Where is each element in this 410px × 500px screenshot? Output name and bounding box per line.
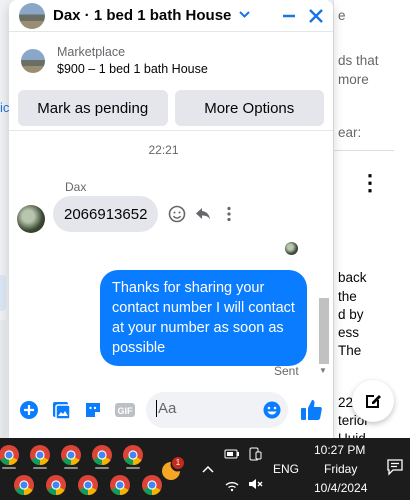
background-text: Uuid — [338, 430, 366, 438]
notification-badge: 1 — [172, 457, 184, 469]
sender-name: Dax — [65, 180, 87, 194]
background-text: ear: — [338, 125, 362, 140]
image-icon — [53, 402, 71, 420]
chevron-up-icon — [202, 465, 214, 473]
sticker-button[interactable] — [82, 399, 104, 421]
gif-button[interactable]: GIF — [114, 399, 136, 421]
listing-actions: Mark as pending More Options — [9, 90, 333, 128]
chat-window: Dax · 1 bed 1 bath House Marketplace $90… — [9, 0, 333, 438]
like-button[interactable] — [299, 398, 325, 422]
battery-icon[interactable] — [224, 446, 240, 462]
message-more-button[interactable] — [220, 205, 238, 223]
attach-photo-button[interactable] — [50, 399, 72, 421]
message-timestamp: 22:21 — [148, 143, 179, 157]
background-text: 22 — [338, 395, 354, 410]
windows-taskbar: ENG 10:27 PM Friday 10/4/2024 — [0, 438, 410, 500]
message-tools — [168, 205, 238, 223]
more-options-icon[interactable]: ⋮ — [359, 172, 381, 194]
scrollbar[interactable]: ▼ — [317, 260, 329, 380]
background-text: the — [338, 289, 357, 304]
background-text: d by — [338, 307, 364, 322]
clock-day[interactable]: Friday — [324, 462, 357, 476]
reply-button[interactable] — [194, 205, 212, 223]
emoji-icon — [263, 401, 281, 419]
more-actions-button[interactable] — [18, 399, 40, 421]
listing-thumbnail — [19, 2, 45, 29]
mark-as-pending-button[interactable]: Mark as pending — [18, 90, 168, 126]
minimize-button[interactable] — [276, 3, 302, 29]
show-hidden-icons-button[interactable] — [202, 462, 214, 477]
chrome-icon[interactable] — [122, 444, 144, 469]
scrollbar-thumb[interactable] — [319, 298, 329, 364]
wifi-icon[interactable] — [224, 476, 240, 492]
background-divider — [334, 150, 394, 151]
outgoing-message-bubble[interactable]: Thanks for sharing your contact number I… — [100, 270, 307, 366]
vertical-dots-icon — [227, 206, 231, 222]
minimize-icon — [283, 14, 295, 18]
close-icon — [309, 9, 323, 23]
background-text: e — [338, 8, 346, 23]
background-right-panel: e ds that more ear: ⋮ back the d by ess … — [333, 0, 410, 438]
background-left-strip: ic — [0, 95, 10, 450]
clock-time[interactable]: 10:27 PM — [314, 443, 365, 457]
chrome-icon[interactable] — [29, 444, 51, 469]
plus-circle-icon — [20, 401, 38, 419]
background-text: The — [338, 343, 362, 358]
message-input-wrapper — [146, 392, 288, 428]
chrome-icon[interactable] — [91, 444, 113, 469]
compose-icon — [366, 395, 381, 408]
listing-summary: $900 – 1 bed 1 bath House — [57, 62, 208, 76]
incoming-message-bubble[interactable]: 2066913652 — [53, 196, 159, 232]
listing-source: Marketplace — [57, 45, 126, 59]
clock-date[interactable]: 10/4/2024 — [314, 481, 367, 495]
message-composer: GIF — [9, 390, 333, 430]
chat-title[interactable]: Dax · 1 bed 1 bath House — [53, 7, 231, 24]
seen-avatar — [285, 242, 298, 255]
close-button[interactable] — [303, 3, 329, 29]
chrome-icon[interactable] — [109, 474, 131, 496]
message-icon — [387, 459, 403, 476]
chat-header[interactable]: Dax · 1 bed 1 bath House — [9, 0, 333, 32]
chevron-down-icon[interactable] — [239, 10, 251, 22]
divider — [9, 130, 333, 131]
background-text: more — [338, 72, 369, 87]
chrome-icon[interactable] — [60, 444, 82, 469]
background-left-panel — [0, 320, 6, 450]
smiley-icon — [168, 205, 186, 223]
avatar[interactable] — [17, 205, 45, 233]
chrome-icon[interactable] — [77, 474, 99, 496]
chrome-icon[interactable] — [0, 444, 20, 469]
chrome-icon[interactable] — [45, 474, 67, 496]
listing-thumbnail — [21, 49, 45, 73]
emoji-button[interactable] — [262, 400, 282, 420]
sticker-icon — [86, 403, 100, 417]
marketplace-listing-banner[interactable]: Marketplace $900 – 1 bed 1 bath House — [9, 32, 333, 90]
chrome-icon[interactable] — [13, 474, 35, 496]
thumbs-up-icon — [301, 400, 322, 420]
language-indicator[interactable]: ENG — [273, 462, 299, 476]
reply-icon — [196, 208, 210, 220]
background-text: ess — [338, 325, 360, 340]
volume-muted-icon[interactable] — [247, 476, 263, 492]
svg-text:GIF: GIF — [118, 406, 134, 416]
background-text: back — [338, 270, 367, 285]
more-options-button[interactable]: More Options — [174, 90, 324, 126]
background-left-fragment: ic — [0, 100, 10, 115]
react-button[interactable] — [168, 205, 186, 223]
new-message-button[interactable] — [352, 380, 394, 422]
notification-center-button[interactable] — [386, 458, 404, 476]
sent-status: Sent — [274, 364, 299, 378]
background-left-block — [0, 275, 6, 311]
background-text: ds that — [338, 53, 379, 68]
gif-icon: GIF — [115, 403, 135, 417]
scroll-down-arrow-icon[interactable]: ▼ — [319, 366, 327, 375]
phone-link-icon[interactable] — [247, 446, 263, 462]
message-input[interactable] — [156, 400, 256, 417]
